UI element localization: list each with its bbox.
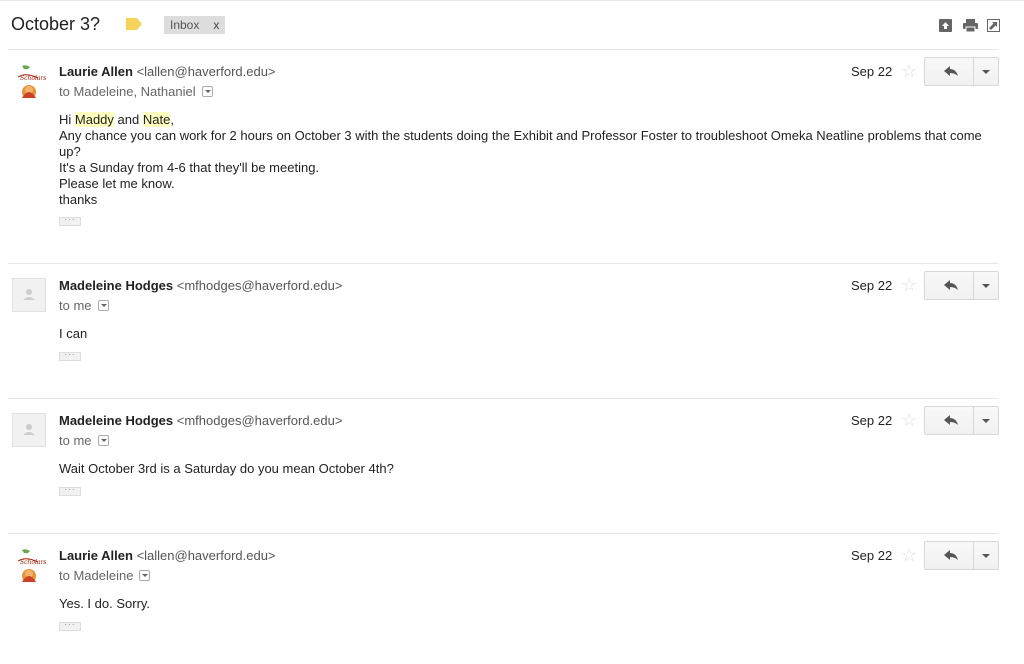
more-actions-button[interactable] xyxy=(974,271,999,300)
person-icon xyxy=(23,424,35,435)
message-date: Sep 22 xyxy=(851,548,893,563)
reply-button[interactable] xyxy=(924,57,974,86)
body-line: It's a Sunday from 4-6 that they'll be m… xyxy=(59,160,320,175)
message-date: Sep 22 xyxy=(851,64,893,79)
message-body: Hi Maddy and Nate, Any chance you can wo… xyxy=(59,112,989,208)
star-icon[interactable]: ☆ xyxy=(901,62,917,80)
recipients: to me xyxy=(59,433,109,448)
show-trimmed-content-button[interactable]: ··· xyxy=(59,351,81,361)
show-details-chevron-icon[interactable] xyxy=(97,435,109,446)
recipients-text: to Madeleine, Nathaniel xyxy=(59,84,196,99)
sender-name: Madeleine Hodges xyxy=(59,413,174,428)
avatar xyxy=(12,278,46,312)
highlighted-name: Maddy xyxy=(74,112,114,127)
avatar xyxy=(12,413,46,447)
person-icon xyxy=(23,289,35,300)
reply-button[interactable] xyxy=(924,541,974,570)
greeting-line: Hi Maddy and Nate, xyxy=(59,112,989,128)
remove-label-button[interactable]: x xyxy=(213,16,219,34)
reply-icon xyxy=(944,415,958,425)
greeting-prefix: Hi xyxy=(59,112,75,127)
avatar: Scholarship xyxy=(12,548,56,583)
avatar: Scholarship xyxy=(12,64,56,99)
sender-name: Laurie Allen xyxy=(59,548,133,563)
highlighted-name: Nate xyxy=(142,112,171,127)
more-actions-button[interactable] xyxy=(974,406,999,435)
star-icon[interactable]: ☆ xyxy=(901,276,917,294)
sender[interactable]: Madeleine Hodges <mfhodges@haverford.edu… xyxy=(59,278,342,293)
message-date: Sep 22 xyxy=(851,278,893,293)
body-line: thanks xyxy=(59,192,98,207)
message-body: I can xyxy=(59,326,989,342)
recipients-text: to me xyxy=(59,298,92,313)
message-card[interactable]: Scholarship Laurie Allen <lallen@haverfo… xyxy=(8,49,999,264)
message-card[interactable]: Madeleine Hodges <mfhodges@haverford.edu… xyxy=(8,263,999,399)
reply-button[interactable] xyxy=(924,271,974,300)
sender-email: <lallen@haverford.edu> xyxy=(136,548,276,563)
print-icon[interactable] xyxy=(963,19,978,33)
show-trimmed-content-button[interactable]: ··· xyxy=(59,486,81,496)
sender-email: <mfhodges@haverford.edu> xyxy=(176,413,343,428)
show-trimmed-content-button[interactable]: ··· xyxy=(59,216,81,226)
recipients-text: to Madeleine xyxy=(59,568,134,583)
recipients: to Madeleine xyxy=(59,568,151,583)
body-line: Wait October 3rd is a Saturday do you me… xyxy=(59,461,394,476)
message-body: Yes. I do. Sorry. xyxy=(59,596,989,612)
new-window-icon[interactable] xyxy=(987,19,1000,32)
sender-name: Laurie Allen xyxy=(59,64,133,79)
message-body: Wait October 3rd is a Saturday do you me… xyxy=(59,461,989,477)
label-chip-name: Inbox xyxy=(170,18,200,32)
sender[interactable]: Madeleine Hodges <mfhodges@haverford.edu… xyxy=(59,413,342,428)
show-details-chevron-icon[interactable] xyxy=(97,300,109,311)
label-tag-icon[interactable] xyxy=(126,18,142,30)
body-line: Please let me know. xyxy=(59,176,175,191)
message-card[interactable]: Scholarship Laurie Allen <lallen@haverfo… xyxy=(8,533,999,664)
reply-icon xyxy=(944,66,958,76)
thread-actions xyxy=(939,19,1000,33)
reply-icon xyxy=(944,280,958,290)
reply-button[interactable] xyxy=(924,406,974,435)
conjunction: and xyxy=(113,112,143,127)
inbox-label-chip: Inbox x xyxy=(164,16,226,34)
message-card[interactable]: Madeleine Hodges <mfhodges@haverford.edu… xyxy=(8,398,999,534)
comma: , xyxy=(170,112,174,127)
recipients: to me xyxy=(59,298,109,313)
sender[interactable]: Laurie Allen <lallen@haverford.edu> xyxy=(59,548,276,563)
show-details-chevron-icon[interactable] xyxy=(139,570,151,581)
thread-header: October 3? Inbox x xyxy=(0,0,1024,50)
reply-icon xyxy=(944,550,958,560)
thread-subject: October 3? xyxy=(11,14,101,34)
body-line: Yes. I do. Sorry. xyxy=(59,596,151,611)
sender[interactable]: Laurie Allen <lallen@haverford.edu> xyxy=(59,64,276,79)
archive-icon[interactable] xyxy=(939,19,952,32)
body-line: I can xyxy=(59,326,88,341)
recipients-text: to me xyxy=(59,433,92,448)
more-actions-button[interactable] xyxy=(974,57,999,86)
sender-email: <mfhodges@haverford.edu> xyxy=(176,278,343,293)
body-line: Any chance you can work for 2 hours on O… xyxy=(59,128,982,159)
message-date: Sep 22 xyxy=(851,413,893,428)
sender-email: <lallen@haverford.edu> xyxy=(136,64,276,79)
show-trimmed-content-button[interactable]: ··· xyxy=(59,621,81,631)
recipients: to Madeleine, Nathaniel xyxy=(59,84,213,99)
star-icon[interactable]: ☆ xyxy=(901,546,917,564)
sender-name: Madeleine Hodges xyxy=(59,278,174,293)
more-actions-button[interactable] xyxy=(974,541,999,570)
show-details-chevron-icon[interactable] xyxy=(201,86,213,97)
star-icon[interactable]: ☆ xyxy=(901,411,917,429)
